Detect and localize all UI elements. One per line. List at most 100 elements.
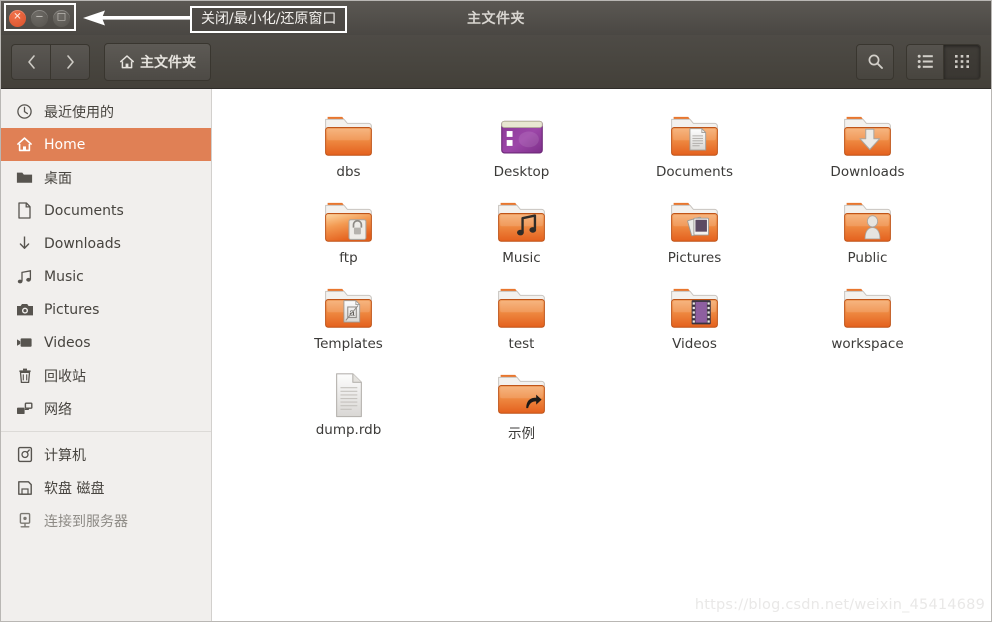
folder-templates-icon: a: [322, 275, 376, 333]
sidebar-divider: [1, 431, 211, 432]
forward-button[interactable]: [50, 44, 90, 80]
music-note-icon: [15, 267, 34, 286]
folder-plain-icon: [322, 103, 376, 161]
sidebar-item-label: Pictures: [44, 302, 99, 318]
clock-icon: [15, 102, 34, 121]
list-view-button[interactable]: [906, 44, 943, 80]
minimize-button[interactable]: −: [31, 10, 48, 27]
file-label: Public: [848, 250, 888, 266]
file-item[interactable]: dbs: [262, 103, 435, 189]
file-item[interactable]: workspace: [781, 275, 954, 361]
file-label: dump.rdb: [316, 422, 382, 438]
file-view[interactable]: dbs Desktop: [212, 89, 991, 621]
folder-plain-icon: [495, 275, 549, 333]
folder-public-icon: [841, 189, 895, 247]
minimize-icon: −: [35, 13, 43, 23]
close-button[interactable]: ✕: [9, 10, 26, 27]
title-bar: 主文件夹 ✕ − □ 关闭/最小化/还原窗口: [1, 1, 991, 35]
back-button[interactable]: [11, 44, 50, 80]
search-button[interactable]: [856, 44, 894, 80]
annotation-arrow-icon: [83, 9, 191, 27]
window-controls: ✕ − □: [9, 10, 70, 27]
file-item[interactable]: Pictures: [608, 189, 781, 275]
home-icon: [119, 54, 135, 70]
file-label: Music: [502, 250, 540, 266]
sidebar-item-pictures[interactable]: Pictures: [1, 293, 211, 326]
sidebar-item-label: Documents: [44, 203, 124, 219]
network-icon: [15, 399, 34, 418]
sidebar-item-connect-server[interactable]: 连接到服务器: [1, 504, 211, 537]
file-item[interactable]: Public: [781, 189, 954, 275]
folder-music-icon: [495, 189, 549, 247]
sidebar-item-label: Music: [44, 269, 84, 285]
file-item[interactable]: Documents: [608, 103, 781, 189]
floppy-disk-icon: [15, 478, 34, 497]
file-label: Videos: [672, 336, 717, 352]
file-item[interactable]: Music: [435, 189, 608, 275]
sidebar-item-label: 网络: [44, 399, 72, 419]
file-label: workspace: [831, 336, 903, 352]
chevron-right-icon: [65, 54, 76, 70]
connect-server-icon: [15, 511, 34, 530]
sidebar-item-home[interactable]: Home: [1, 128, 211, 161]
sidebar-item-trash[interactable]: 回收站: [1, 359, 211, 392]
sidebar-item-label: 连接到服务器: [44, 511, 128, 531]
watermark-text: https://blog.csdn.net/weixin_45414689: [695, 597, 985, 613]
text-file-icon: [322, 361, 376, 419]
close-icon: ✕: [13, 13, 21, 23]
folder-icon: [15, 168, 34, 187]
icon-grid: dbs Desktop: [212, 103, 991, 447]
file-label: Downloads: [830, 164, 904, 180]
home-icon: [15, 135, 34, 154]
file-label: dbs: [336, 164, 360, 180]
sidebar-item-desktop[interactable]: 桌面: [1, 161, 211, 194]
file-label: 示例: [508, 422, 535, 442]
search-icon: [867, 53, 884, 70]
trash-icon: [15, 366, 34, 385]
view-mode-group: [906, 44, 981, 80]
sidebar-item-label: 最近使用的: [44, 102, 114, 122]
sidebar-item-downloads[interactable]: Downloads: [1, 227, 211, 260]
chevron-left-icon: [26, 54, 37, 70]
sidebar-item-floppy-disk[interactable]: 软盘 磁盘: [1, 471, 211, 504]
maximize-button[interactable]: □: [53, 10, 70, 27]
file-label: Desktop: [494, 164, 550, 180]
folder-downloads-icon: [841, 103, 895, 161]
list-view-icon: [917, 54, 934, 69]
sidebar-item-documents[interactable]: Documents: [1, 194, 211, 227]
sidebar-item-label: Home: [44, 137, 85, 153]
window-title: 主文件夹: [1, 8, 991, 28]
sidebar-item-computer[interactable]: 计算机: [1, 438, 211, 471]
sidebar-item-label: 回收站: [44, 366, 86, 386]
sidebar-item-label: 计算机: [44, 445, 86, 465]
desktop-folder-icon: [495, 103, 549, 161]
file-item[interactable]: dump.rdb: [262, 361, 435, 447]
folder-locked-icon: [322, 189, 376, 247]
file-item[interactable]: Desktop: [435, 103, 608, 189]
breadcrumb-label: 主文件夹: [140, 52, 196, 72]
file-item[interactable]: ftp: [262, 189, 435, 275]
file-item[interactable]: Downloads: [781, 103, 954, 189]
file-item[interactable]: test: [435, 275, 608, 361]
annotation-callout: 关闭/最小化/还原窗口: [190, 6, 347, 33]
file-item[interactable]: Videos: [608, 275, 781, 361]
file-label: Templates: [314, 336, 383, 352]
toolbar: 主文件夹: [1, 35, 991, 89]
sidebar-item-label: 桌面: [44, 168, 72, 188]
file-label: Documents: [656, 164, 733, 180]
breadcrumb-home-button[interactable]: 主文件夹: [104, 43, 211, 81]
file-item[interactable]: 示例: [435, 361, 608, 447]
sidebar-item-videos[interactable]: Videos: [1, 326, 211, 359]
sidebar-item-recent[interactable]: 最近使用的: [1, 95, 211, 128]
sidebar-item-music[interactable]: Music: [1, 260, 211, 293]
icon-view-button[interactable]: [943, 44, 981, 80]
folder-documents-icon: [668, 103, 722, 161]
folder-pictures-icon: [668, 189, 722, 247]
sidebar-item-network[interactable]: 网络: [1, 392, 211, 425]
video-camera-icon: [15, 333, 34, 352]
icon-view-icon: [954, 54, 970, 69]
navigation-group: [11, 44, 90, 80]
file-manager-window: 主文件夹 ✕ − □ 关闭/最小化/还原窗口: [0, 0, 992, 622]
file-item[interactable]: a Templates: [262, 275, 435, 361]
sidebar-item-label: Videos: [44, 335, 91, 351]
